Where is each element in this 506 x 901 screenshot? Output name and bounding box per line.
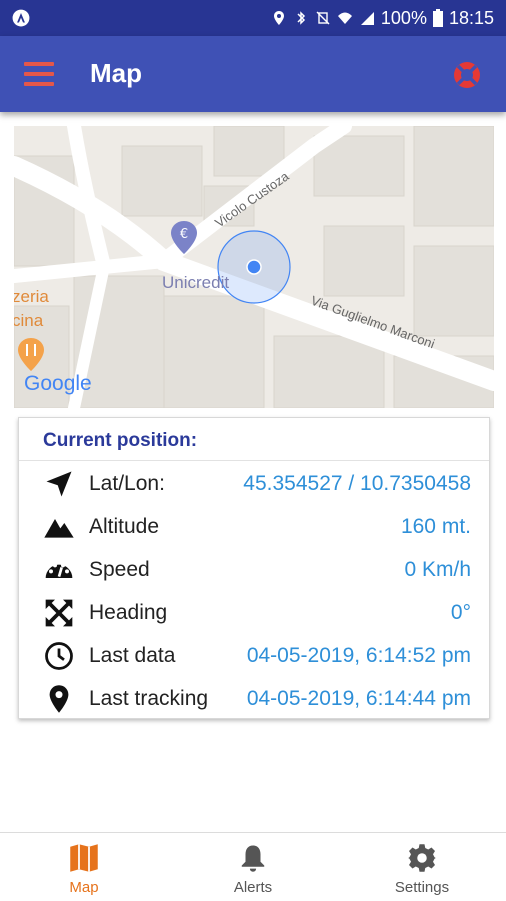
- clock-time: 18:15: [448, 7, 494, 28]
- menu-line: [24, 62, 54, 66]
- status-left: [12, 9, 30, 27]
- menu-line: [24, 82, 54, 86]
- row-label: Heading: [89, 601, 168, 624]
- row-label: Lat/Lon:: [89, 472, 165, 495]
- compass-arrows-icon: [41, 595, 77, 631]
- hamburger-menu-button[interactable]: [24, 62, 54, 88]
- nav-item-settings[interactable]: Settings: [338, 833, 506, 901]
- battery-icon: [432, 9, 443, 27]
- position-card: Current position: Lat/Lon: 45.354527 / 1…: [18, 417, 490, 719]
- row-label: Last data: [89, 644, 176, 667]
- speedometer-icon: [41, 552, 77, 588]
- bottom-navigation: Map Alerts Settings: [0, 832, 506, 900]
- nav-item-map[interactable]: Map: [0, 833, 168, 901]
- row-value: 160 mt.: [400, 515, 471, 538]
- card-divider: [19, 460, 489, 461]
- row-value: 45.354527 / 10.7350458: [243, 472, 471, 495]
- poi-bank-label: Unicredit: [162, 273, 229, 292]
- row-value: 0 Km/h: [404, 558, 471, 581]
- status-bar: 100% 18:15: [0, 0, 506, 36]
- row-value: 0°: [450, 601, 471, 624]
- current-location-dot: [246, 259, 262, 275]
- nav-item-alerts[interactable]: Alerts: [169, 833, 337, 901]
- status-right: 100% 18:15: [271, 8, 494, 29]
- gear-icon: [408, 844, 436, 872]
- card-title: Current position:: [43, 430, 198, 451]
- app-notification-icon: [12, 9, 30, 27]
- row-lat-lon: Lat/Lon: 45.354527 / 10.7350458: [19, 463, 489, 505]
- vibrate-off-icon: [316, 11, 330, 25]
- row-label: Altitude: [89, 515, 160, 538]
- row-label: Last tracking: [89, 687, 209, 710]
- signal-icon: [360, 12, 374, 25]
- page-title: Map: [90, 58, 142, 88]
- clock-icon: [41, 638, 77, 674]
- row-altitude: Altitude 160 mt.: [19, 506, 489, 548]
- location-pin-icon: [41, 681, 77, 717]
- map-view[interactable]: € Unicredit Vicolo Custoza Via Guglielmo…: [14, 126, 494, 408]
- lifebuoy-help-icon[interactable]: [452, 60, 482, 90]
- menu-line: [24, 72, 54, 76]
- map-icon: [70, 844, 98, 872]
- row-value: 04-05-2019, 6:14:52 pm: [246, 644, 471, 667]
- app-bar: Map: [0, 36, 506, 112]
- mountain-icon: [41, 509, 77, 545]
- row-heading: Heading 0°: [19, 592, 489, 634]
- google-logo: Google: [24, 372, 92, 395]
- navigation-arrow-icon: [41, 466, 77, 502]
- row-speed: Speed 0 Km/h: [19, 549, 489, 591]
- row-last-data: Last data 04-05-2019, 6:14:52 pm: [19, 635, 489, 677]
- row-last-tracking: Last tracking 04-05-2019, 6:14:44 pm: [19, 678, 489, 720]
- bluetooth-icon: [297, 11, 305, 25]
- wifi-icon: [337, 12, 352, 24]
- row-value: 04-05-2019, 6:14:44 pm: [246, 687, 471, 710]
- bell-icon: [241, 845, 265, 872]
- svg-text:€: €: [180, 227, 188, 242]
- location-status-icon: [273, 11, 284, 25]
- map-canvas[interactable]: € Unicredit Vicolo Custoza Via Guglielmo…: [14, 126, 494, 408]
- row-label: Speed: [89, 558, 150, 581]
- poi-partial-label-2: cina: [14, 311, 44, 330]
- nav-label: Settings: [394, 879, 450, 896]
- nav-label: Alerts: [233, 879, 273, 896]
- battery-percentage: 100%: [380, 7, 427, 28]
- nav-label: Map: [69, 879, 99, 896]
- poi-partial-label-1: zeria: [14, 287, 49, 306]
